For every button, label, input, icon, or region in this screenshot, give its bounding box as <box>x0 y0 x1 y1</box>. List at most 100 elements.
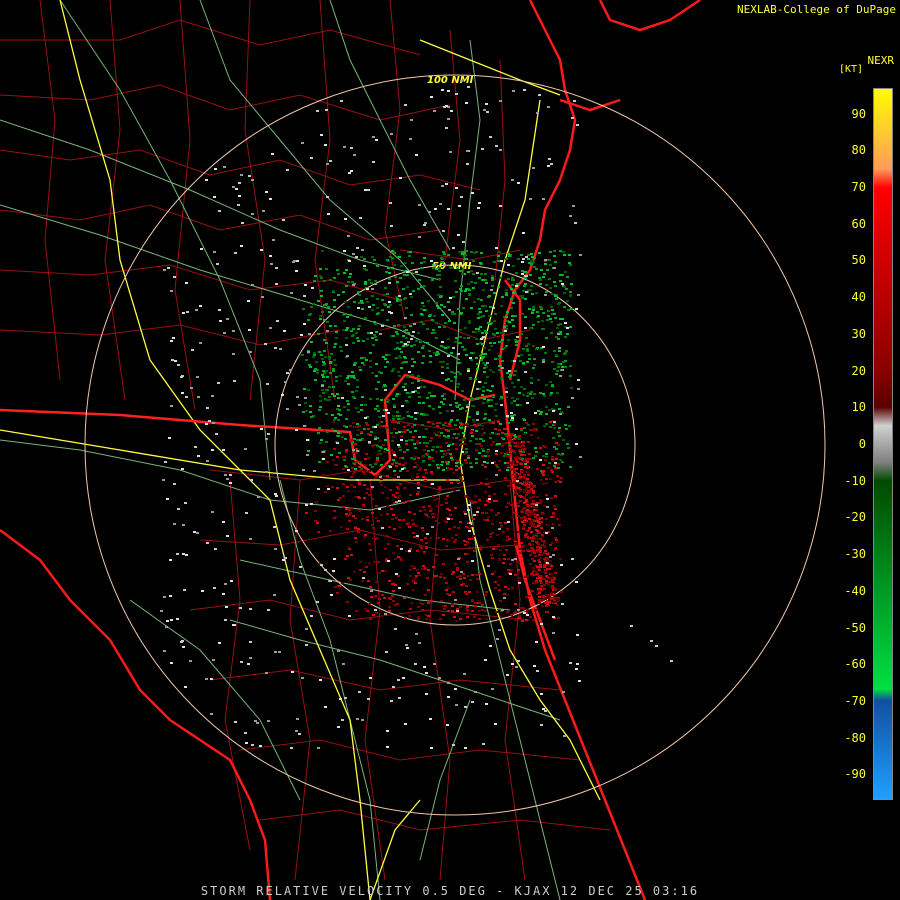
echo-pixel <box>538 277 541 279</box>
echo-pixel <box>553 255 556 257</box>
echo-pixel <box>464 495 467 497</box>
echo-pixel <box>416 535 419 537</box>
echo-pixel <box>316 110 319 112</box>
colorbar-tick: -90 <box>844 767 866 782</box>
echo-pixel <box>425 445 428 447</box>
echo-pixel <box>488 498 491 500</box>
echo-pixel <box>348 520 351 522</box>
echo-pixel <box>432 496 435 498</box>
echo-pixel <box>520 517 523 519</box>
radar-map[interactable]: 50 NMI 100 NMI <box>0 0 900 900</box>
echo-pixel <box>323 280 326 282</box>
echo-pixel <box>532 457 535 459</box>
echo-pixel <box>537 379 540 381</box>
echo-pixel <box>435 268 438 270</box>
echo-pixel <box>465 451 468 453</box>
echo-pixel <box>301 677 304 679</box>
echo-pixel <box>445 461 448 463</box>
echo-pixel <box>360 404 363 406</box>
echo-pixel <box>347 577 350 579</box>
echo-pixel <box>539 588 542 590</box>
echo-pixel <box>397 324 400 326</box>
echo-pixel <box>292 261 295 263</box>
echo-pixel <box>557 600 560 602</box>
echo-pixel <box>406 470 409 472</box>
echo-pixel <box>552 437 555 439</box>
echo-pixel <box>489 536 492 538</box>
echo-pixel <box>513 360 516 362</box>
echo-pixel <box>282 559 285 561</box>
echo-pixel <box>411 335 414 337</box>
echo-pixel <box>237 204 240 206</box>
echo-pixel <box>490 289 493 291</box>
echo-pixel <box>456 386 459 388</box>
echo-pixel <box>438 486 441 488</box>
echo-pixel <box>441 461 444 463</box>
echo-pixel <box>349 512 352 514</box>
echo-pixel <box>376 457 379 459</box>
echo-pixel <box>503 554 506 556</box>
echo-pixel <box>453 322 456 324</box>
echo-pixel <box>457 308 460 310</box>
echo-pixel <box>503 597 506 599</box>
echo-pixel <box>528 358 531 360</box>
echo-pixel <box>454 424 457 426</box>
echo-pixel <box>355 390 358 392</box>
echo-pixel <box>517 515 520 517</box>
echo-pixel <box>337 499 340 501</box>
echo-pixel <box>532 307 535 309</box>
echo-pixel <box>481 425 484 427</box>
echo-pixel <box>515 285 518 287</box>
echo-pixel <box>531 506 534 508</box>
echo-pixel <box>505 258 508 260</box>
echo-pixel <box>512 279 515 281</box>
echo-pixel <box>335 337 338 339</box>
echo-pixel <box>576 663 579 665</box>
echo-pixel <box>564 271 567 273</box>
echo-pixel <box>371 295 374 297</box>
echo-pixel <box>185 396 188 398</box>
echo-pixel <box>569 662 572 664</box>
echo-pixel <box>400 351 403 353</box>
echo-pixel <box>342 506 345 508</box>
echo-pixel <box>363 536 366 538</box>
echo-pixel <box>520 333 523 335</box>
echo-pixel <box>543 552 546 554</box>
echo-pixel <box>260 428 263 430</box>
echo-pixel <box>346 377 349 379</box>
echo-pixel <box>420 378 423 380</box>
echo-pixel <box>512 265 515 267</box>
echo-pixel <box>358 510 361 512</box>
echo-pixel <box>519 490 522 492</box>
echo-pixel <box>459 575 462 577</box>
echo-pixel <box>426 533 429 535</box>
echo-pixel <box>166 498 169 500</box>
echo-pixel <box>546 558 549 560</box>
echo-pixel <box>396 342 399 344</box>
echo-pixel <box>445 502 448 504</box>
echo-pixel <box>447 208 450 210</box>
echo-pixel <box>514 619 517 621</box>
echo-pixel <box>485 618 488 620</box>
echo-pixel <box>421 347 424 349</box>
echo-pixel <box>394 276 397 278</box>
echo-pixel <box>413 344 416 346</box>
echo-pixel <box>386 513 389 515</box>
echo-pixel <box>171 359 174 361</box>
echo-pixel <box>525 494 528 496</box>
echo-pixel <box>372 527 375 529</box>
echo-pixel <box>523 271 526 273</box>
echo-pixel <box>386 319 389 321</box>
echo-pixel <box>511 559 514 561</box>
echo-pixel <box>459 336 462 338</box>
echo-pixel <box>560 591 563 593</box>
echo-pixel <box>501 437 504 439</box>
echo-pixel <box>433 264 436 266</box>
echo-pixel <box>339 497 342 499</box>
echo-pixel <box>520 354 523 356</box>
echo-pixel <box>509 451 512 453</box>
echo-pixel <box>547 467 550 469</box>
echo-pixel <box>452 472 455 474</box>
echo-pixel <box>349 314 352 316</box>
echo-pixel <box>431 473 434 475</box>
